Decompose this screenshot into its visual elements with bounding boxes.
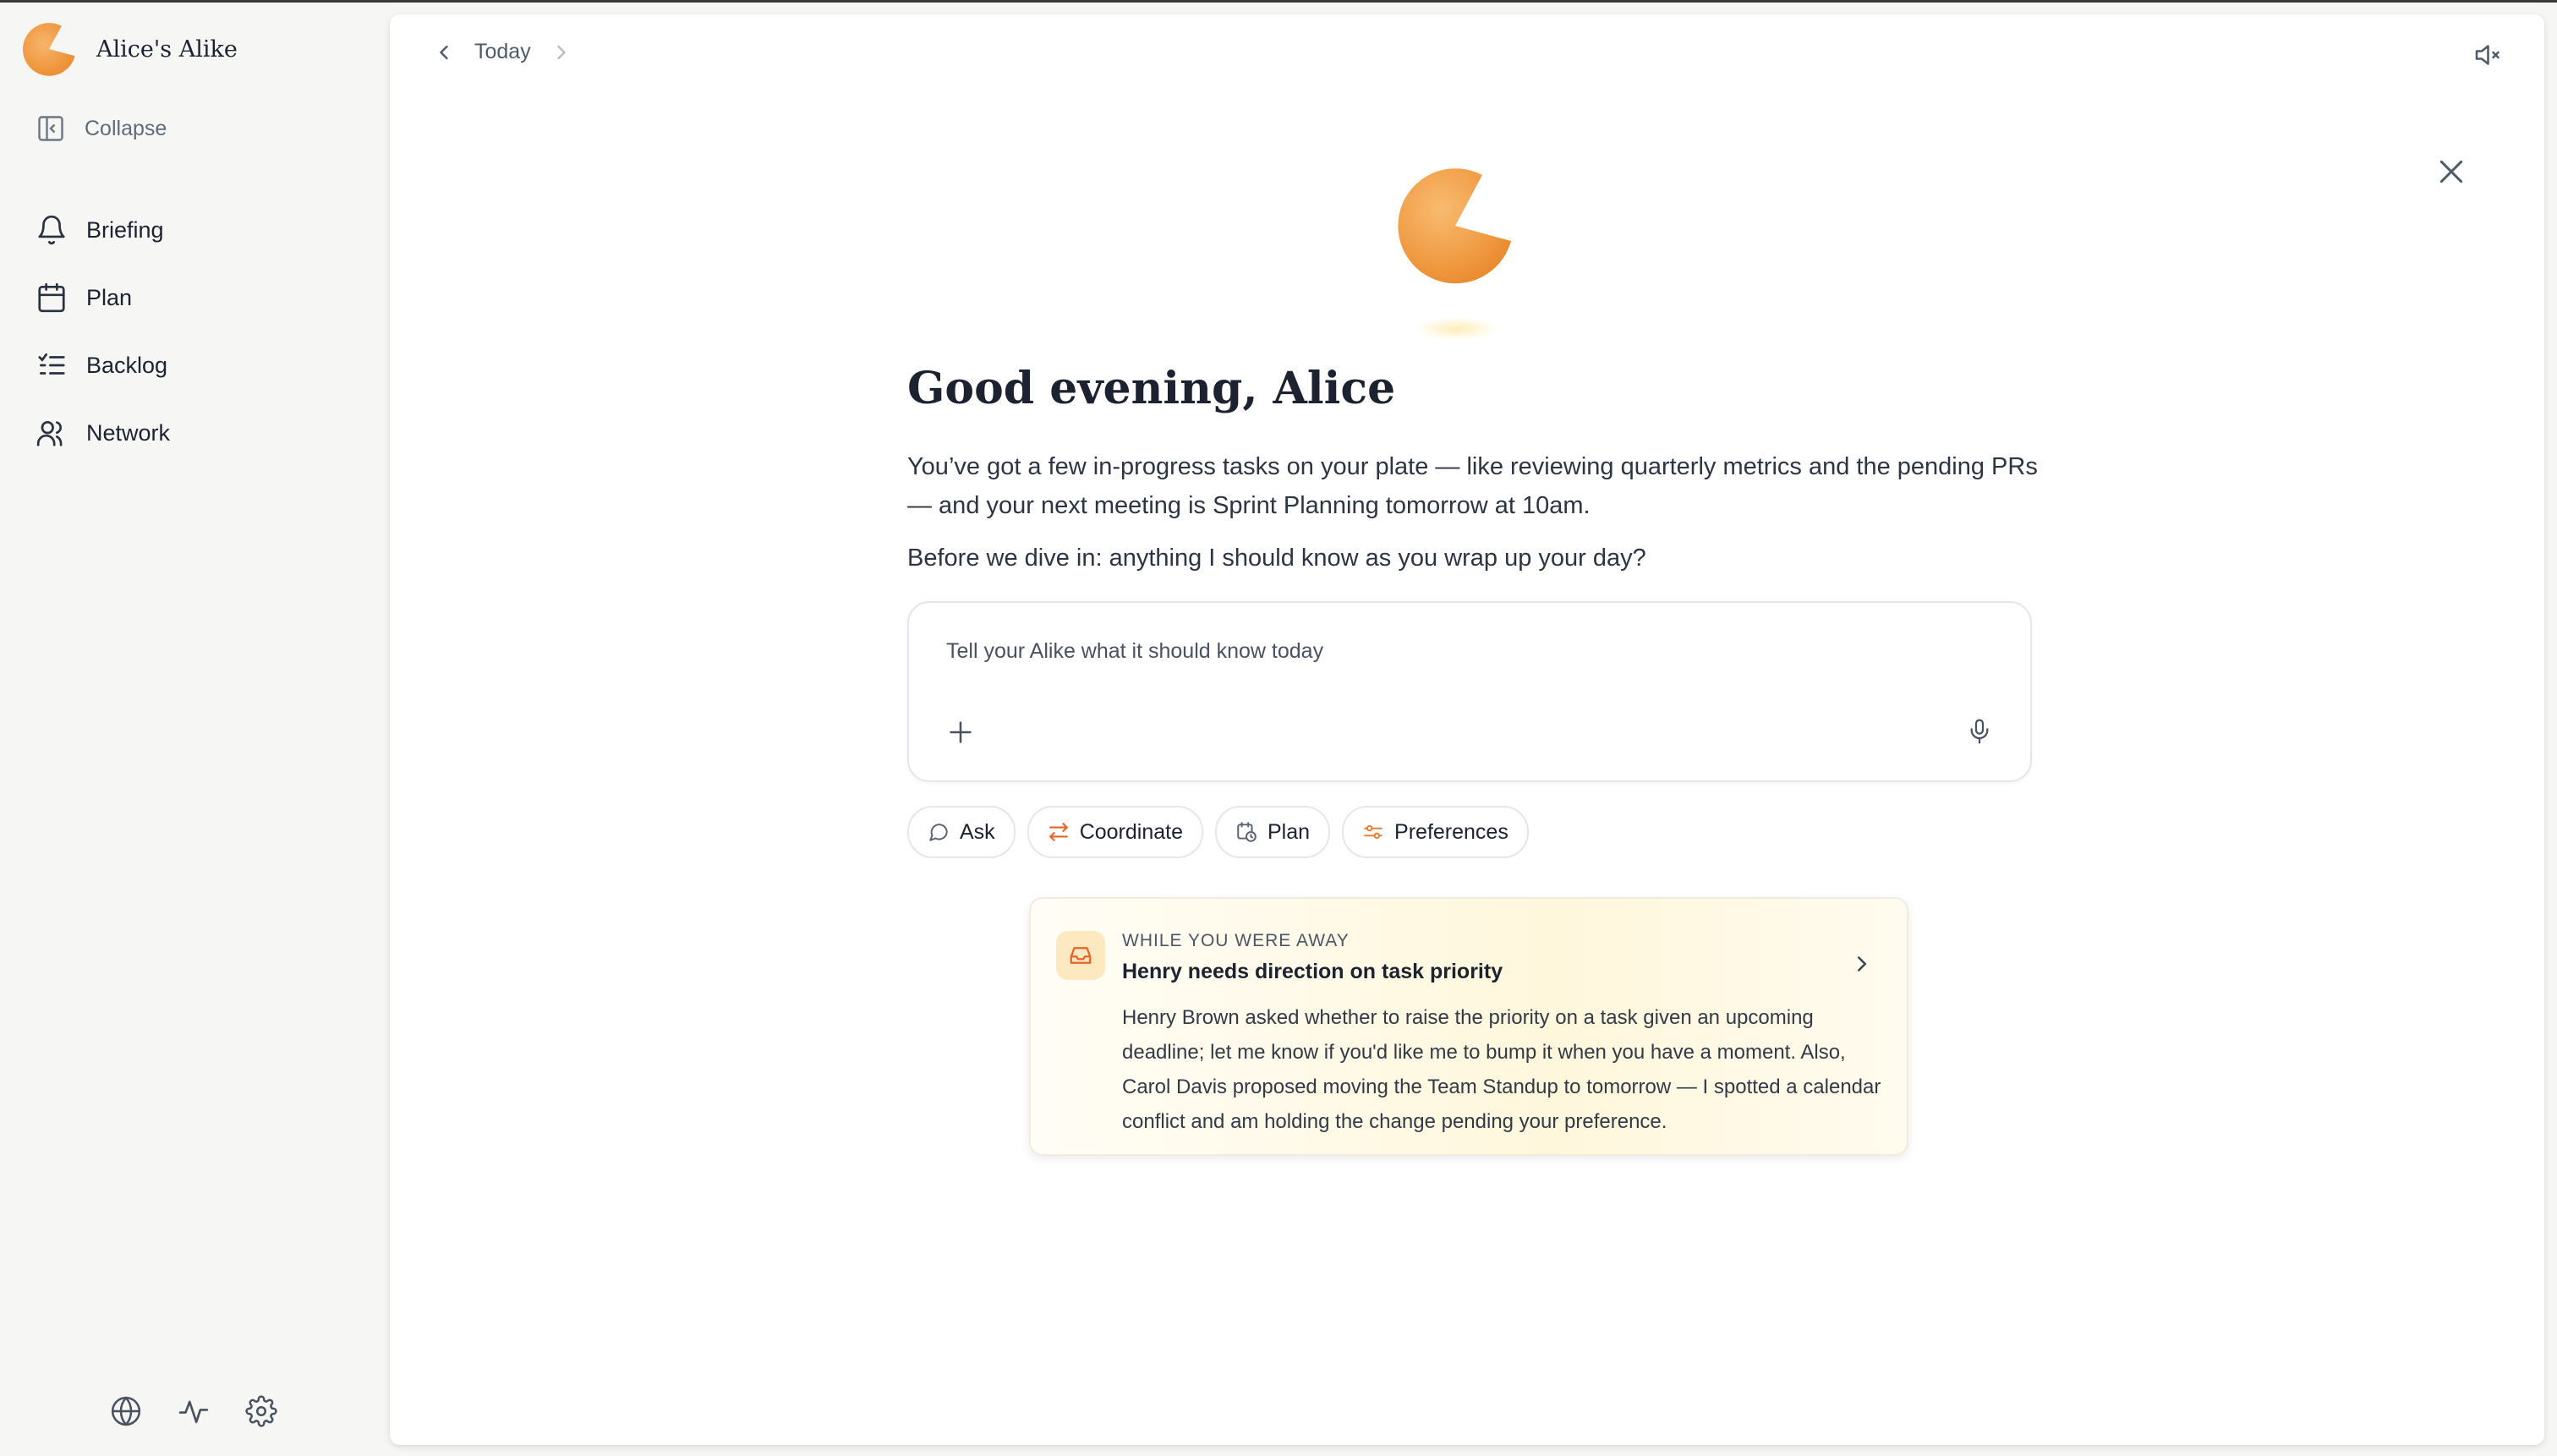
main-panel: Today Good evening, Alice You’ve got a f… [390, 14, 2544, 1445]
volume-mute-icon[interactable] [2472, 40, 2502, 70]
composer [907, 601, 2032, 782]
date-label[interactable]: Today [474, 40, 531, 64]
chevron-right-icon[interactable] [1849, 951, 1875, 977]
sidebar-item-label: Briefing [86, 216, 164, 243]
inbox-icon [1070, 947, 1092, 964]
chip-label: Plan [1268, 819, 1311, 844]
chat-bubble-icon [929, 824, 948, 841]
sliders-icon [1364, 824, 1383, 840]
sidebar-item-network[interactable]: Network [36, 399, 170, 467]
chip-label: Coordinate [1079, 819, 1183, 844]
chip-preferences[interactable]: Preferences [1342, 806, 1529, 858]
sidebar-item-label: Backlog [86, 352, 168, 378]
card-icon-badge [1056, 931, 1105, 980]
card-kicker: WHILE YOU WERE AWAY [1122, 931, 1350, 950]
chevron-right-icon[interactable] [550, 41, 573, 64]
chip-label: Ask [960, 819, 995, 844]
chip-ask[interactable]: Ask [907, 806, 1016, 858]
chip-plan[interactable]: Plan [1215, 806, 1331, 858]
composer-input[interactable] [945, 638, 1963, 665]
settings-icon[interactable] [245, 1395, 277, 1427]
greeting-heading: Good evening, Alice [907, 363, 1396, 414]
collapse-button[interactable]: Collapse [36, 113, 167, 144]
bell-icon [38, 215, 65, 245]
alike-avatar-icon [1398, 168, 1511, 341]
sidebar-item-briefing[interactable]: Briefing [36, 196, 170, 264]
brand[interactable]: Alice's Alike [20, 20, 238, 78]
briefing-summary: You’ve got a few in-progress tasks on yo… [907, 453, 2038, 519]
sidebar: Alice's Alike Collapse Briefing Plan Bac… [0, 0, 389, 1456]
sidebar-item-label: Plan [86, 284, 133, 310]
plus-icon[interactable] [946, 718, 975, 747]
card-title: Henry needs direction on task priority [1122, 960, 1503, 983]
card-body: Henry Brown asked whether to raise the p… [1122, 1006, 1881, 1133]
sidebar-item-label: Network [86, 419, 171, 446]
activity-icon[interactable] [178, 1395, 210, 1427]
close-icon[interactable] [2434, 155, 2468, 189]
calendar-clock-icon [1237, 822, 1257, 842]
microphone-icon[interactable] [1966, 718, 1993, 745]
alike-logo-icon [23, 23, 75, 76]
chevron-left-icon[interactable] [432, 41, 456, 64]
while-away-card[interactable]: WHILE YOU WERE AWAY Henry needs directio… [1029, 897, 1908, 1156]
checklist-icon [38, 353, 65, 375]
quick-action-chips: Ask Coordinate Plan Preferences [907, 806, 1529, 858]
chip-label: Preferences [1394, 819, 1508, 844]
calendar-icon [38, 282, 65, 313]
sidebar-footer [110, 1395, 277, 1427]
users-icon [36, 420, 63, 446]
chip-coordinate[interactable]: Coordinate [1027, 806, 1203, 858]
collapse-label: Collapse [85, 116, 167, 140]
sidebar-item-backlog[interactable]: Backlog [36, 331, 170, 399]
globe-icon[interactable] [110, 1395, 142, 1427]
brand-name: Alice's Alike [96, 36, 238, 63]
sidebar-nav: Briefing Plan Backlog Network [36, 196, 170, 467]
sidebar-item-plan[interactable]: Plan [36, 264, 170, 331]
date-navigator: Today [432, 40, 573, 64]
arrows-swap-icon [1049, 823, 1068, 841]
sidebar-collapse-icon [38, 116, 63, 141]
briefing-prompt: Before we dive in: anything I should kno… [907, 545, 1646, 572]
